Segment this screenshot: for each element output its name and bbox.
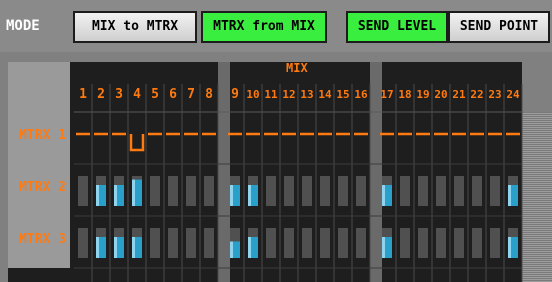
meter-track xyxy=(490,228,500,258)
meter-track xyxy=(204,176,214,206)
meter-track xyxy=(284,228,294,258)
send-point-marker xyxy=(129,134,145,152)
column-label-23: 23 xyxy=(488,88,501,101)
meter-track xyxy=(400,176,410,206)
group-separator xyxy=(218,62,230,282)
column-label-18: 18 xyxy=(398,88,411,101)
column-label-22: 22 xyxy=(470,88,483,101)
meter-track xyxy=(418,228,428,258)
meter-track xyxy=(78,228,88,258)
column-label-15: 15 xyxy=(336,88,349,101)
level-meter-highlight xyxy=(382,185,385,206)
meter-track xyxy=(472,228,482,258)
level-meter-highlight xyxy=(114,185,117,206)
meter-track xyxy=(320,228,330,258)
level-meter-highlight xyxy=(96,237,99,258)
column-label-11: 11 xyxy=(264,88,278,101)
column-label-13: 13 xyxy=(300,88,313,101)
meter-track xyxy=(150,228,160,258)
level-meter-highlight xyxy=(114,237,117,258)
level-meter-highlight xyxy=(132,237,135,258)
meter-track xyxy=(436,176,446,206)
column-label-3: 3 xyxy=(115,87,123,102)
column-label-12: 12 xyxy=(282,88,295,101)
column-label-16: 16 xyxy=(354,88,368,101)
meter-track xyxy=(418,176,428,206)
meter-track xyxy=(338,176,348,206)
column-label-1: 1 xyxy=(79,87,87,102)
level-meter-highlight xyxy=(96,185,99,206)
meter-track xyxy=(150,176,160,206)
meter-track xyxy=(266,176,276,206)
column-label-4: 4 xyxy=(133,87,141,102)
level-meter-highlight xyxy=(230,185,233,206)
column-label-24: 24 xyxy=(506,88,520,101)
meter-track xyxy=(320,176,330,206)
column-label-8: 8 xyxy=(205,87,213,102)
column-label-10: 10 xyxy=(246,88,259,101)
meter-track xyxy=(454,228,464,258)
column-label-19: 19 xyxy=(416,88,429,101)
meter-track xyxy=(338,228,348,258)
column-label-7: 7 xyxy=(187,87,195,102)
meter-track xyxy=(168,176,178,206)
meter-track xyxy=(454,176,464,206)
meter-track xyxy=(186,176,196,206)
column-label-6: 6 xyxy=(169,87,177,102)
meter-track xyxy=(436,228,446,258)
meter-track xyxy=(472,176,482,206)
meter-track xyxy=(78,176,88,206)
meter-track xyxy=(186,228,196,258)
meter-track xyxy=(302,176,312,206)
column-label-20: 20 xyxy=(434,88,447,101)
meter-track xyxy=(302,228,312,258)
meter-track xyxy=(168,228,178,258)
column-label-17: 17 xyxy=(380,88,393,101)
level-meter-highlight xyxy=(508,185,511,206)
level-meter-highlight xyxy=(132,179,135,206)
column-label-2: 2 xyxy=(97,87,105,102)
column-label-21: 21 xyxy=(452,88,466,101)
level-meter-highlight xyxy=(248,185,251,206)
level-meter-highlight xyxy=(230,241,233,258)
meter-track xyxy=(266,228,276,258)
column-label-5: 5 xyxy=(151,87,159,102)
level-meter-highlight xyxy=(508,237,511,258)
meter-track xyxy=(356,176,366,206)
meter-track xyxy=(284,176,294,206)
level-meter-highlight xyxy=(248,237,251,258)
meter-track xyxy=(204,228,214,258)
send-level-grid: 1 2 3 4 5 6 7 8 9 10 11 12 13 14 15 16 17 18 19 20 21 22 23 24 xyxy=(74,62,523,282)
column-label-9: 9 xyxy=(231,87,239,102)
meter-track xyxy=(400,228,410,258)
column-label-14: 14 xyxy=(318,88,332,101)
level-meter-highlight xyxy=(382,237,385,258)
meter-track xyxy=(490,176,500,206)
meter-track xyxy=(356,228,366,258)
